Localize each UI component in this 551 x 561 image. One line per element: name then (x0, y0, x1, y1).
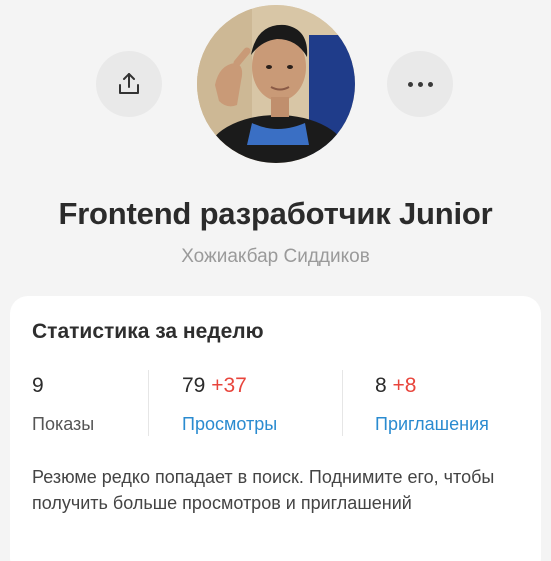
share-button[interactable] (96, 51, 162, 117)
views-link[interactable]: Просмотры (182, 414, 277, 435)
resume-title: Frontend разработчик Junior (58, 196, 493, 231)
stat-invitations: 8 +8 Приглашения (375, 374, 489, 434)
views-delta: +37 (211, 374, 247, 397)
impressions-value: 9 (32, 374, 44, 397)
resume-profile-page: Frontend разработчик Junior Хожиакбар Си… (0, 0, 551, 561)
invitations-link[interactable]: Приглашения (375, 414, 489, 435)
impressions-label: Показы (32, 414, 95, 434)
weekly-stats-card: Статистика за неделю 9 Показы 79 +37 Про… (10, 296, 541, 561)
invitations-value: 8 (375, 374, 387, 397)
more-horizontal-icon (407, 81, 433, 87)
search-visibility-note: Резюме редко попадает в поиск. Поднимите… (32, 467, 495, 513)
stat-views: 79 +37 Просмотры (182, 374, 277, 434)
stats-card-title: Статистика за неделю (32, 320, 264, 343)
more-options-button[interactable] (387, 51, 453, 117)
stat-impressions: 9 Показы (32, 374, 94, 434)
share-icon (119, 73, 139, 94)
applicant-name: Хожиакбар Сиддиков (181, 246, 370, 267)
views-value: 79 (182, 374, 206, 397)
invitations-delta: +8 (392, 374, 417, 397)
divider (342, 370, 343, 436)
divider (148, 370, 149, 436)
avatar (197, 5, 355, 163)
